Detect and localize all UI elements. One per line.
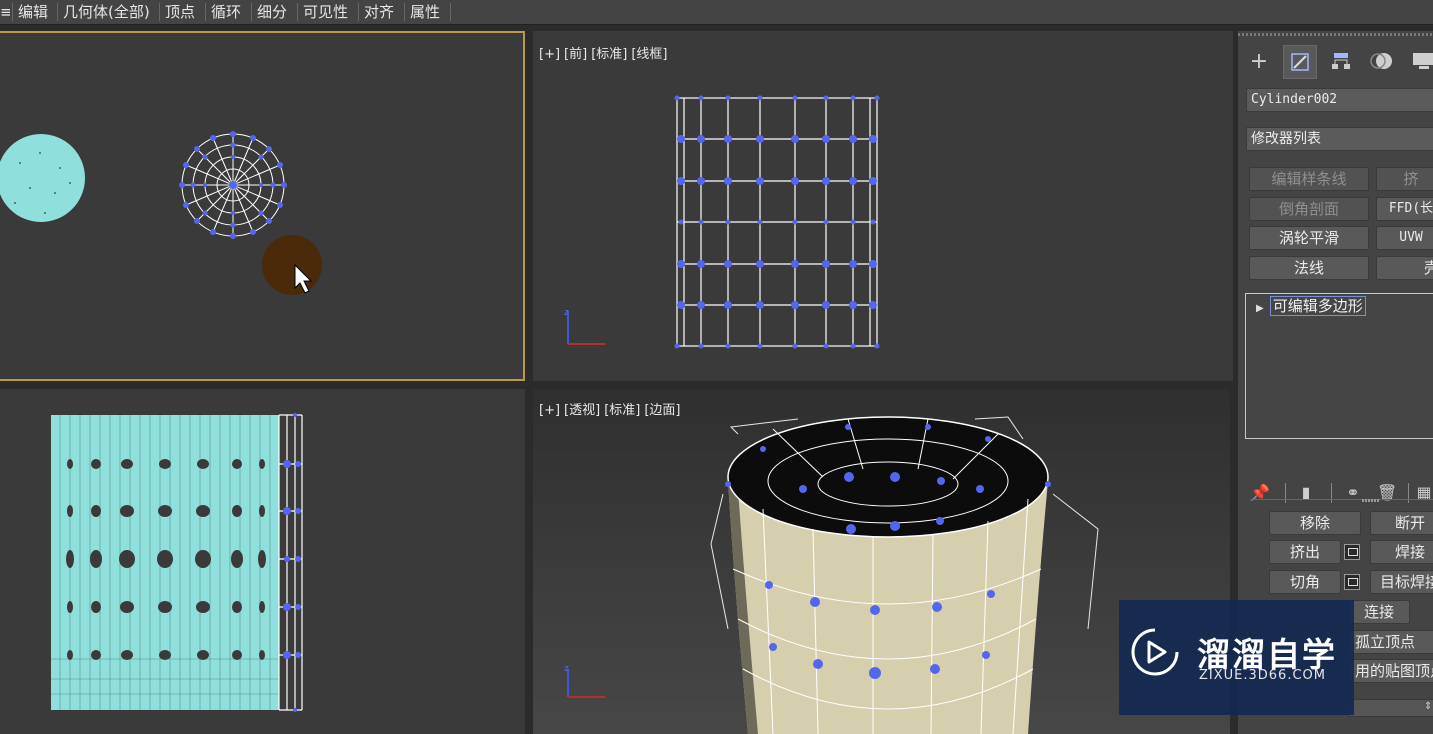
front-grid-wire — [676, 97, 878, 347]
modifier-button-shell[interactable]: 壳 — [1376, 256, 1433, 280]
remove-button[interactable]: 移除 — [1269, 511, 1361, 535]
display-icon[interactable] — [1406, 45, 1433, 79]
show-end-result-icon[interactable]: ▮ — [1296, 483, 1316, 503]
viewport-top[interactable] — [0, 31, 525, 381]
modifier-list-dropdown[interactable]: 修改器列表 — [1246, 127, 1433, 151]
modifier-button-uvw[interactable]: UVW — [1376, 226, 1433, 250]
viewport-front[interactable]: [+] [前] [标准] [线框] z — [533, 31, 1233, 381]
watermark-url: ZIXUE.3D66.COM — [1199, 668, 1326, 683]
cylinder-top-vertices — [179, 131, 287, 239]
remove-unused-map-verts-button[interactable]: 用的贴图顶点 — [1348, 659, 1433, 683]
pin-stack-icon[interactable]: 📌 — [1250, 483, 1270, 503]
top-view-canvas — [0, 131, 322, 295]
menu-item-loop[interactable]: 循环 — [207, 0, 245, 24]
modifier-button-extrude[interactable]: 挤 — [1376, 167, 1433, 191]
cursor-highlight — [262, 235, 322, 295]
weld-button[interactable]: 焊接 — [1370, 540, 1433, 564]
create-icon[interactable]: + — [1242, 45, 1276, 79]
spinner-arrows-icon[interactable]: ⇕ — [1424, 701, 1432, 712]
menu-bar: ≡ 编辑 几何体(全部) 顶点 循环 细分 可见性 对齐 属性 — [0, 0, 1433, 25]
modifier-button-bevel-profile[interactable]: 倒角剖面 — [1249, 197, 1369, 221]
cyan-disc — [0, 134, 85, 222]
connect-button[interactable]: 连接 — [1348, 600, 1410, 624]
break-button[interactable]: 断开 — [1370, 511, 1433, 535]
extrude-settings-button[interactable] — [1344, 544, 1360, 560]
left-edge-wire — [278, 414, 303, 711]
menu-item-edit[interactable]: 编辑 — [14, 0, 52, 24]
menu-item-vertex[interactable]: 顶点 — [161, 0, 199, 24]
chamfer-settings-button[interactable] — [1344, 574, 1360, 590]
chamfer-button[interactable]: 切角 — [1269, 570, 1341, 594]
object-name-field[interactable]: Cylinder002 — [1246, 88, 1433, 112]
watermark-overlay: 溜溜自学 ZIXUE.3D66.COM — [1119, 600, 1354, 715]
front-view-canvas: z — [564, 95, 880, 349]
remove-isolated-vertices-button[interactable]: 孤立顶点 — [1348, 630, 1433, 654]
expand-triangle-icon[interactable]: ▶ — [1256, 303, 1264, 314]
make-unique-icon[interactable]: ⚭ — [1343, 483, 1363, 503]
modifier-button-normal[interactable]: 法线 — [1249, 256, 1369, 280]
play-logo-icon — [1131, 628, 1179, 676]
hierarchy-icon[interactable] — [1324, 45, 1358, 79]
remove-modifier-icon[interactable]: 🗑 — [1377, 483, 1397, 503]
target-weld-button[interactable]: 目标焊接 — [1370, 570, 1433, 594]
menu-item-overflow[interactable]: ≡ — [0, 0, 10, 24]
modify-icon[interactable] — [1283, 45, 1317, 79]
svg-text:z: z — [564, 664, 569, 674]
front-axis-gizmo: z — [564, 308, 605, 345]
configure-sets-icon[interactable]: ▦ — [1414, 483, 1433, 503]
extrude-button[interactable]: 挤出 — [1269, 540, 1341, 564]
persp-axis-gizmo: z — [564, 664, 605, 698]
modifier-stack-list[interactable]: ▶ 可编辑多边形 — [1245, 293, 1433, 439]
menu-item-geometry-all[interactable]: 几何体(全部) — [59, 0, 154, 24]
motion-icon[interactable] — [1365, 45, 1399, 79]
modifier-button-ffd[interactable]: FFD(长 — [1376, 197, 1433, 221]
modifier-button-edit-spline[interactable]: 编辑样条线 — [1249, 167, 1369, 191]
menu-item-visibility[interactable]: 可见性 — [299, 0, 352, 24]
menu-item-subdivide[interactable]: 细分 — [253, 0, 291, 24]
left-view-canvas — [51, 413, 303, 712]
weight-spinner[interactable] — [1348, 699, 1433, 717]
modifier-button-turbosmooth[interactable]: 涡轮平滑 — [1249, 226, 1369, 250]
menu-item-properties[interactable]: 属性 — [406, 0, 444, 24]
menu-item-align[interactable]: 对齐 — [360, 0, 398, 24]
cup-opening — [727, 416, 1049, 538]
svg-text:z: z — [564, 308, 569, 318]
viewport-left[interactable] — [0, 389, 525, 734]
stack-item-editable-poly[interactable]: ▶ 可编辑多边形 — [1256, 296, 1433, 316]
